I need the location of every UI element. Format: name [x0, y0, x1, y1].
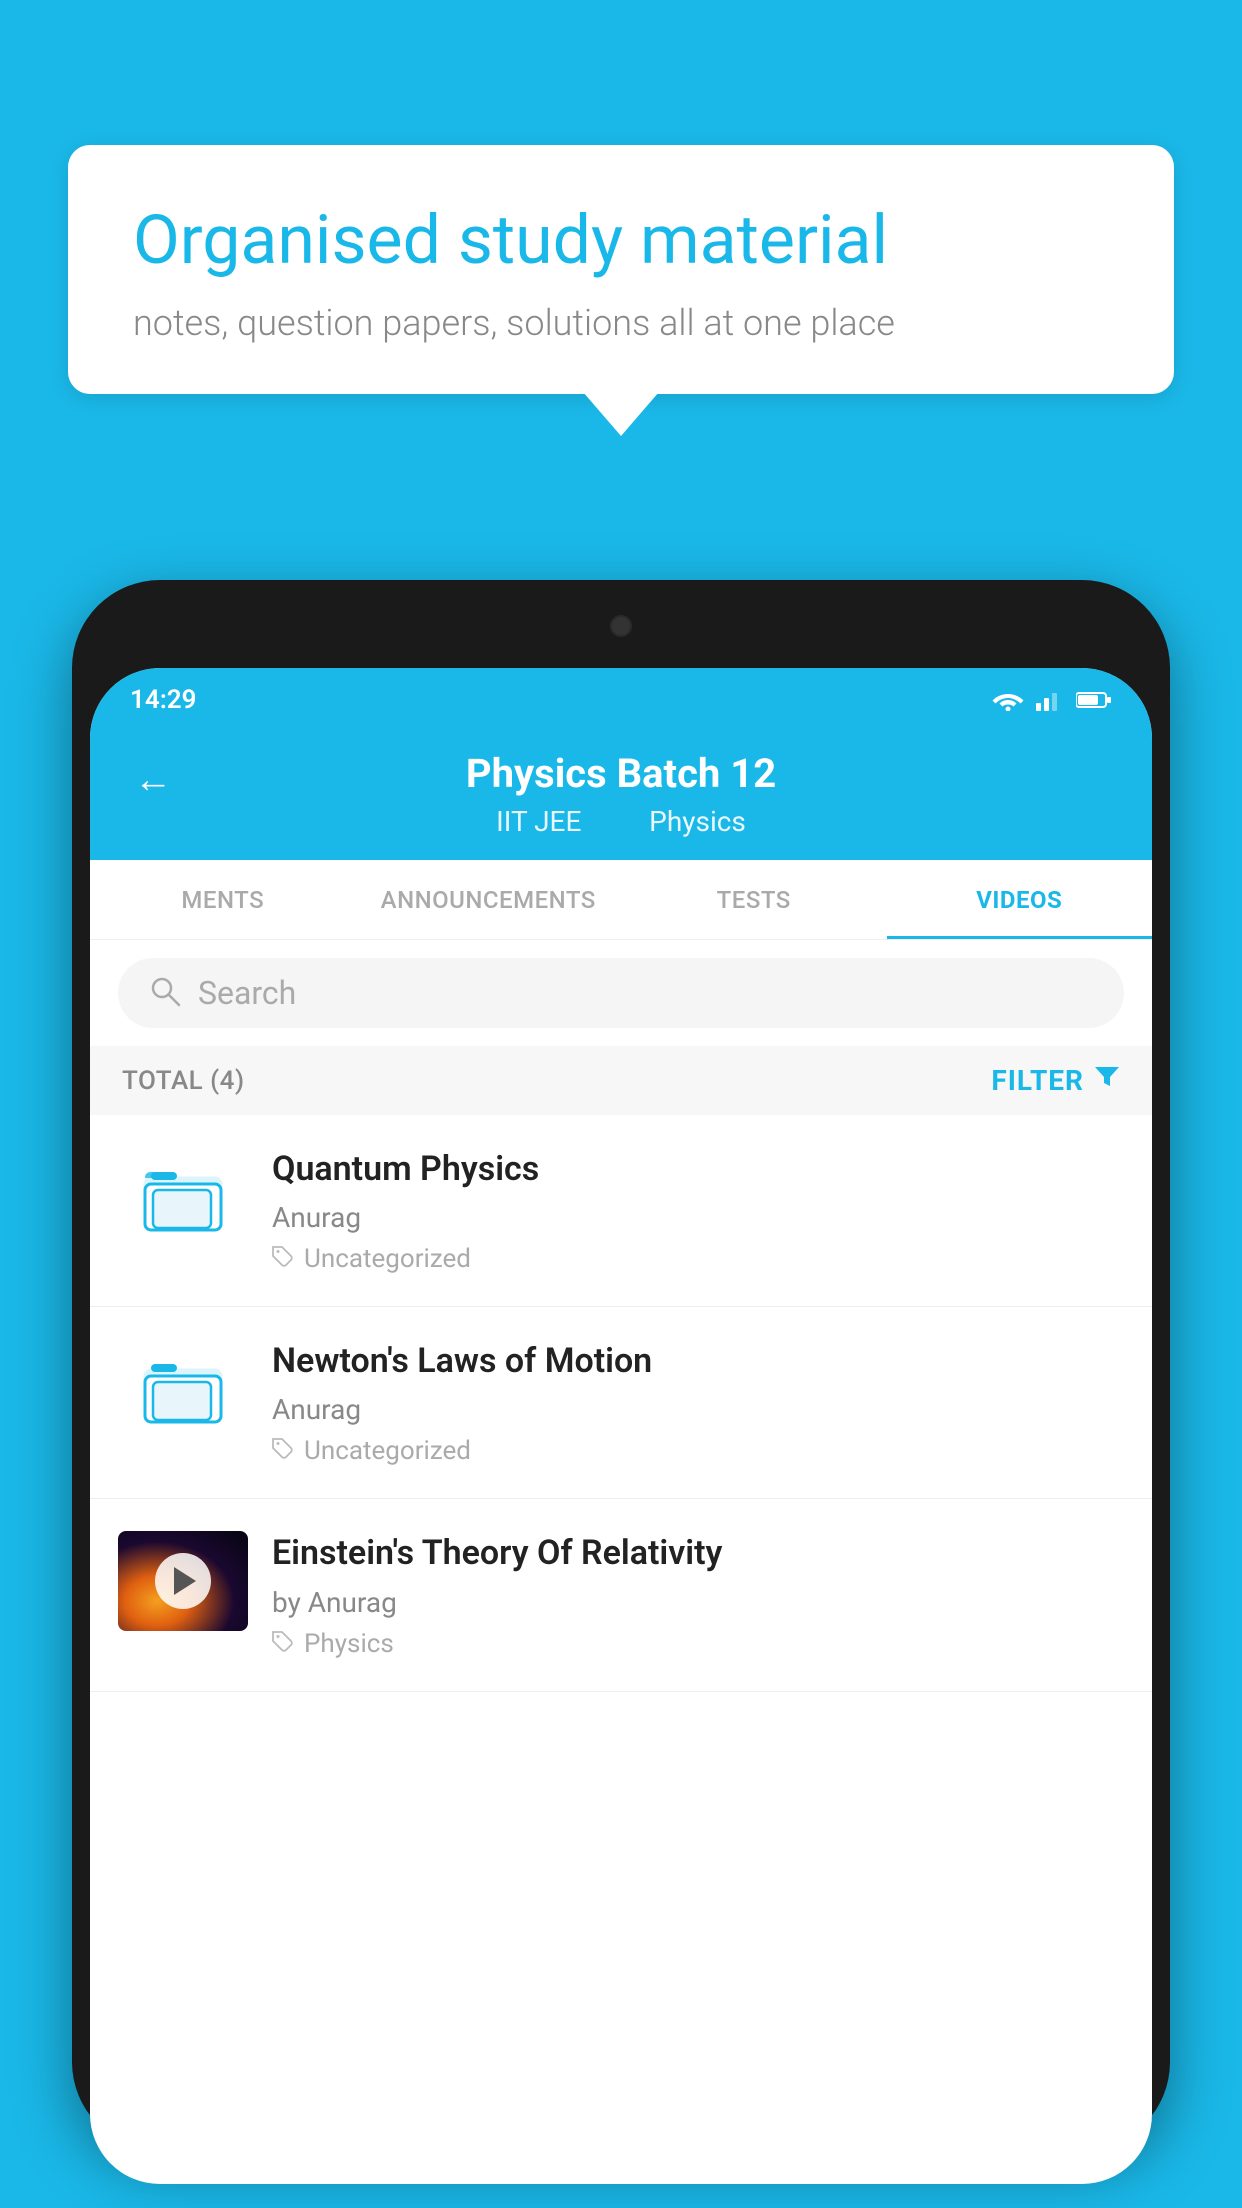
tabs-container: MENTS ANNOUNCEMENTS TESTS VIDEOS	[90, 860, 1152, 940]
video-tag-2: Uncategorized	[272, 1436, 1124, 1466]
speech-bubble-subtitle: notes, question papers, solutions all at…	[133, 302, 1109, 344]
phone-top-bar	[90, 598, 1152, 668]
status-icons	[992, 689, 1112, 711]
play-triangle-icon	[174, 1567, 196, 1595]
speech-bubble-title: Organised study material	[133, 200, 1109, 282]
play-button[interactable]	[155, 1553, 211, 1609]
folder-thumb-1	[118, 1147, 248, 1247]
signal-icon	[1036, 689, 1064, 711]
tag-label-2: Uncategorized	[304, 1436, 471, 1466]
video-author-3: by Anurag	[272, 1586, 1124, 1619]
status-bar: 14:29	[90, 668, 1152, 732]
video-tag-3: Physics	[272, 1629, 1124, 1659]
list-item[interactable]: Newton's Laws of Motion Anurag Uncategor…	[90, 1307, 1152, 1499]
filter-funnel-icon	[1094, 1064, 1120, 1097]
speech-bubble-card: Organised study material notes, question…	[68, 145, 1174, 394]
tag-icon-1	[272, 1244, 294, 1274]
list-item[interactable]: Quantum Physics Anurag Uncategorized	[90, 1115, 1152, 1307]
folder-icon	[143, 1349, 223, 1429]
video-author-2: Anurag	[272, 1393, 1124, 1426]
tab-videos[interactable]: VIDEOS	[887, 860, 1153, 939]
status-time: 14:29	[130, 685, 197, 715]
app-bar-top: ← Physics Batch 12	[130, 750, 1112, 797]
phone-notch	[541, 598, 701, 653]
search-placeholder: Search	[198, 974, 296, 1012]
subtitle-part1: IIT JEE	[496, 805, 581, 838]
tab-tests[interactable]: TESTS	[621, 860, 887, 939]
phone-screen: 14:29	[90, 668, 1152, 2184]
video-info-2: Newton's Laws of Motion Anurag Uncategor…	[272, 1339, 1124, 1466]
video-title-3: Einstein's Theory Of Relativity	[272, 1531, 1124, 1575]
folder-thumb-2	[118, 1339, 248, 1439]
video-thumbnail-3	[118, 1531, 248, 1631]
filter-label: FILTER	[991, 1064, 1084, 1097]
folder-icon	[143, 1157, 223, 1237]
tag-icon-3	[272, 1629, 294, 1659]
video-title-1: Quantum Physics	[272, 1147, 1124, 1191]
phone-outer: 14:29	[72, 580, 1170, 2150]
tag-icon-2	[272, 1436, 294, 1466]
battery-icon	[1076, 691, 1112, 709]
list-item[interactable]: Einstein's Theory Of Relativity by Anura…	[90, 1499, 1152, 1691]
tag-label-3: Physics	[304, 1629, 394, 1659]
video-list: Quantum Physics Anurag Uncategorized	[90, 1115, 1152, 1692]
total-count: TOTAL (4)	[122, 1066, 245, 1096]
app-bar: ← Physics Batch 12 IIT JEE Physics	[90, 732, 1152, 860]
video-title-2: Newton's Laws of Motion	[272, 1339, 1124, 1383]
phone-camera	[610, 615, 632, 637]
subtitle-part2: Physics	[649, 805, 746, 838]
video-tag-1: Uncategorized	[272, 1244, 1124, 1274]
tab-ments[interactable]: MENTS	[90, 860, 356, 939]
video-author-1: Anurag	[272, 1201, 1124, 1234]
wifi-icon	[992, 689, 1024, 711]
search-bar[interactable]: Search	[118, 958, 1124, 1028]
filter-button[interactable]: FILTER	[991, 1064, 1120, 1097]
phone-mockup: 14:29	[72, 580, 1170, 2208]
search-icon	[148, 974, 182, 1012]
tag-label-1: Uncategorized	[304, 1244, 471, 1274]
filter-row: TOTAL (4) FILTER	[90, 1046, 1152, 1115]
video-info-1: Quantum Physics Anurag Uncategorized	[272, 1147, 1124, 1274]
app-bar-subtitle: IIT JEE Physics	[486, 805, 756, 838]
subtitle-separator	[608, 805, 622, 838]
tab-announcements[interactable]: ANNOUNCEMENTS	[356, 860, 622, 939]
search-bar-wrapper: Search	[90, 940, 1152, 1046]
app-bar-title: Physics Batch 12	[466, 750, 776, 797]
video-info-3: Einstein's Theory Of Relativity by Anura…	[272, 1531, 1124, 1658]
back-button[interactable]: ←	[120, 750, 186, 810]
